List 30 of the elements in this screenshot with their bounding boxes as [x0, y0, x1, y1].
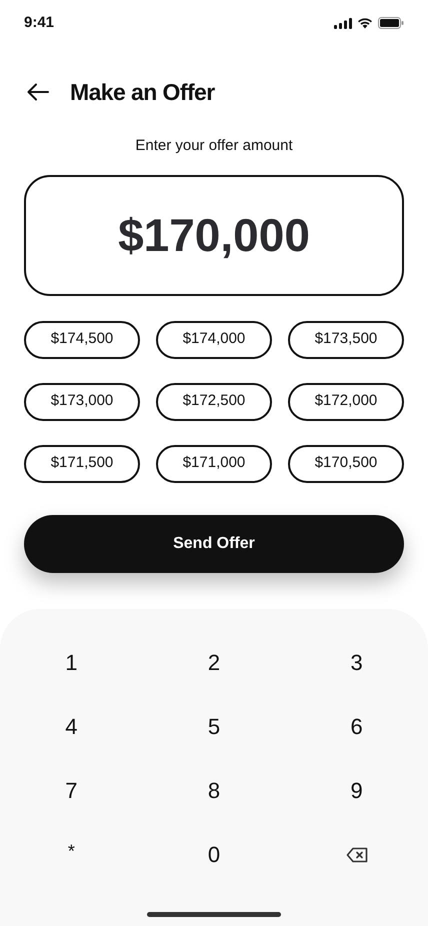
amount-chip[interactable]: $174,500 — [24, 320, 140, 358]
status-time: 9:41 — [24, 12, 54, 33]
digit-key[interactable]: 1 — [0, 630, 143, 694]
digit-key[interactable]: 5 — [142, 694, 286, 758]
digit-key[interactable]: 0 — [142, 822, 286, 886]
signal-icon — [334, 18, 352, 28]
battery-icon — [378, 17, 404, 29]
digit-key[interactable]: 7 — [0, 758, 143, 822]
wifi-icon — [357, 17, 373, 29]
amount-chip[interactable]: $174,000 — [156, 320, 272, 358]
offer-amount-field[interactable]: $170,000 — [24, 174, 404, 296]
amount-chip[interactable]: $173,000 — [24, 382, 140, 420]
backspace-icon — [346, 846, 368, 862]
amount-chip[interactable]: $170,500 — [288, 444, 404, 482]
send-offer-button[interactable]: Send Offer — [24, 514, 404, 572]
digit-key[interactable]: 4 — [0, 694, 143, 758]
digit-key[interactable]: 9 — [285, 758, 428, 822]
digit-key[interactable]: 3 — [285, 630, 428, 694]
amount-chip[interactable]: $171,500 — [24, 444, 140, 482]
offer-prompt: Enter your offer amount — [134, 136, 294, 156]
digit-key[interactable]: 2 — [142, 630, 286, 694]
amount-chip[interactable]: $172,500 — [156, 382, 272, 420]
page-title: Make an Offer — [70, 78, 215, 107]
amount-chip[interactable]: $171,000 — [156, 444, 272, 482]
back-arrow-icon — [27, 83, 49, 101]
amount-chip[interactable]: $173,500 — [288, 320, 404, 358]
digit-key[interactable]: 8 — [142, 758, 286, 822]
symbol-key[interactable]: * — [0, 822, 143, 886]
digit-key[interactable]: 6 — [285, 694, 428, 758]
amount-chip[interactable]: $172,000 — [288, 382, 404, 420]
